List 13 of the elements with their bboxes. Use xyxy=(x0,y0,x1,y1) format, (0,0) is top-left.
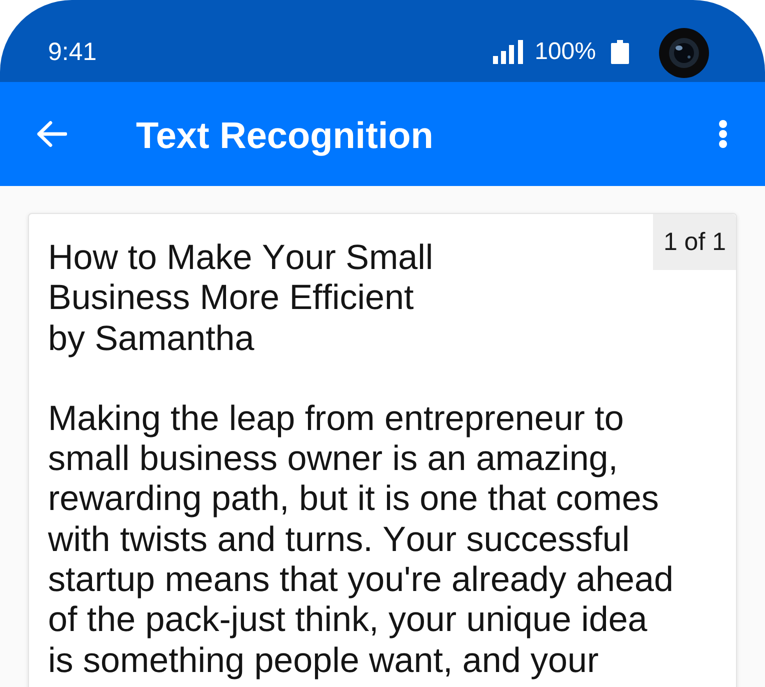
battery-percent: 100% xyxy=(534,38,596,66)
battery-icon xyxy=(611,40,629,64)
clock-time: 9:41 xyxy=(48,38,97,66)
recognized-text: Making the leap from entrepreneur to small business owner is an amazing, rewarding path, but it is one that comes with twists and turns. Your successful startup means that you're already ahead of the pack-just think, your unique idea is something people want, and your xyxy=(48,398,674,681)
screen-title: Text Recognition xyxy=(136,114,434,158)
more-icon xyxy=(719,120,727,148)
more-options-button[interactable] xyxy=(719,120,727,148)
camera-lens-icon xyxy=(659,28,709,78)
page-indicator: 1 of 1 xyxy=(653,214,736,270)
back-arrow-icon xyxy=(37,121,67,147)
back-button[interactable] xyxy=(37,121,67,147)
document-author: by Samantha xyxy=(48,318,256,359)
signal-icon xyxy=(492,40,523,64)
